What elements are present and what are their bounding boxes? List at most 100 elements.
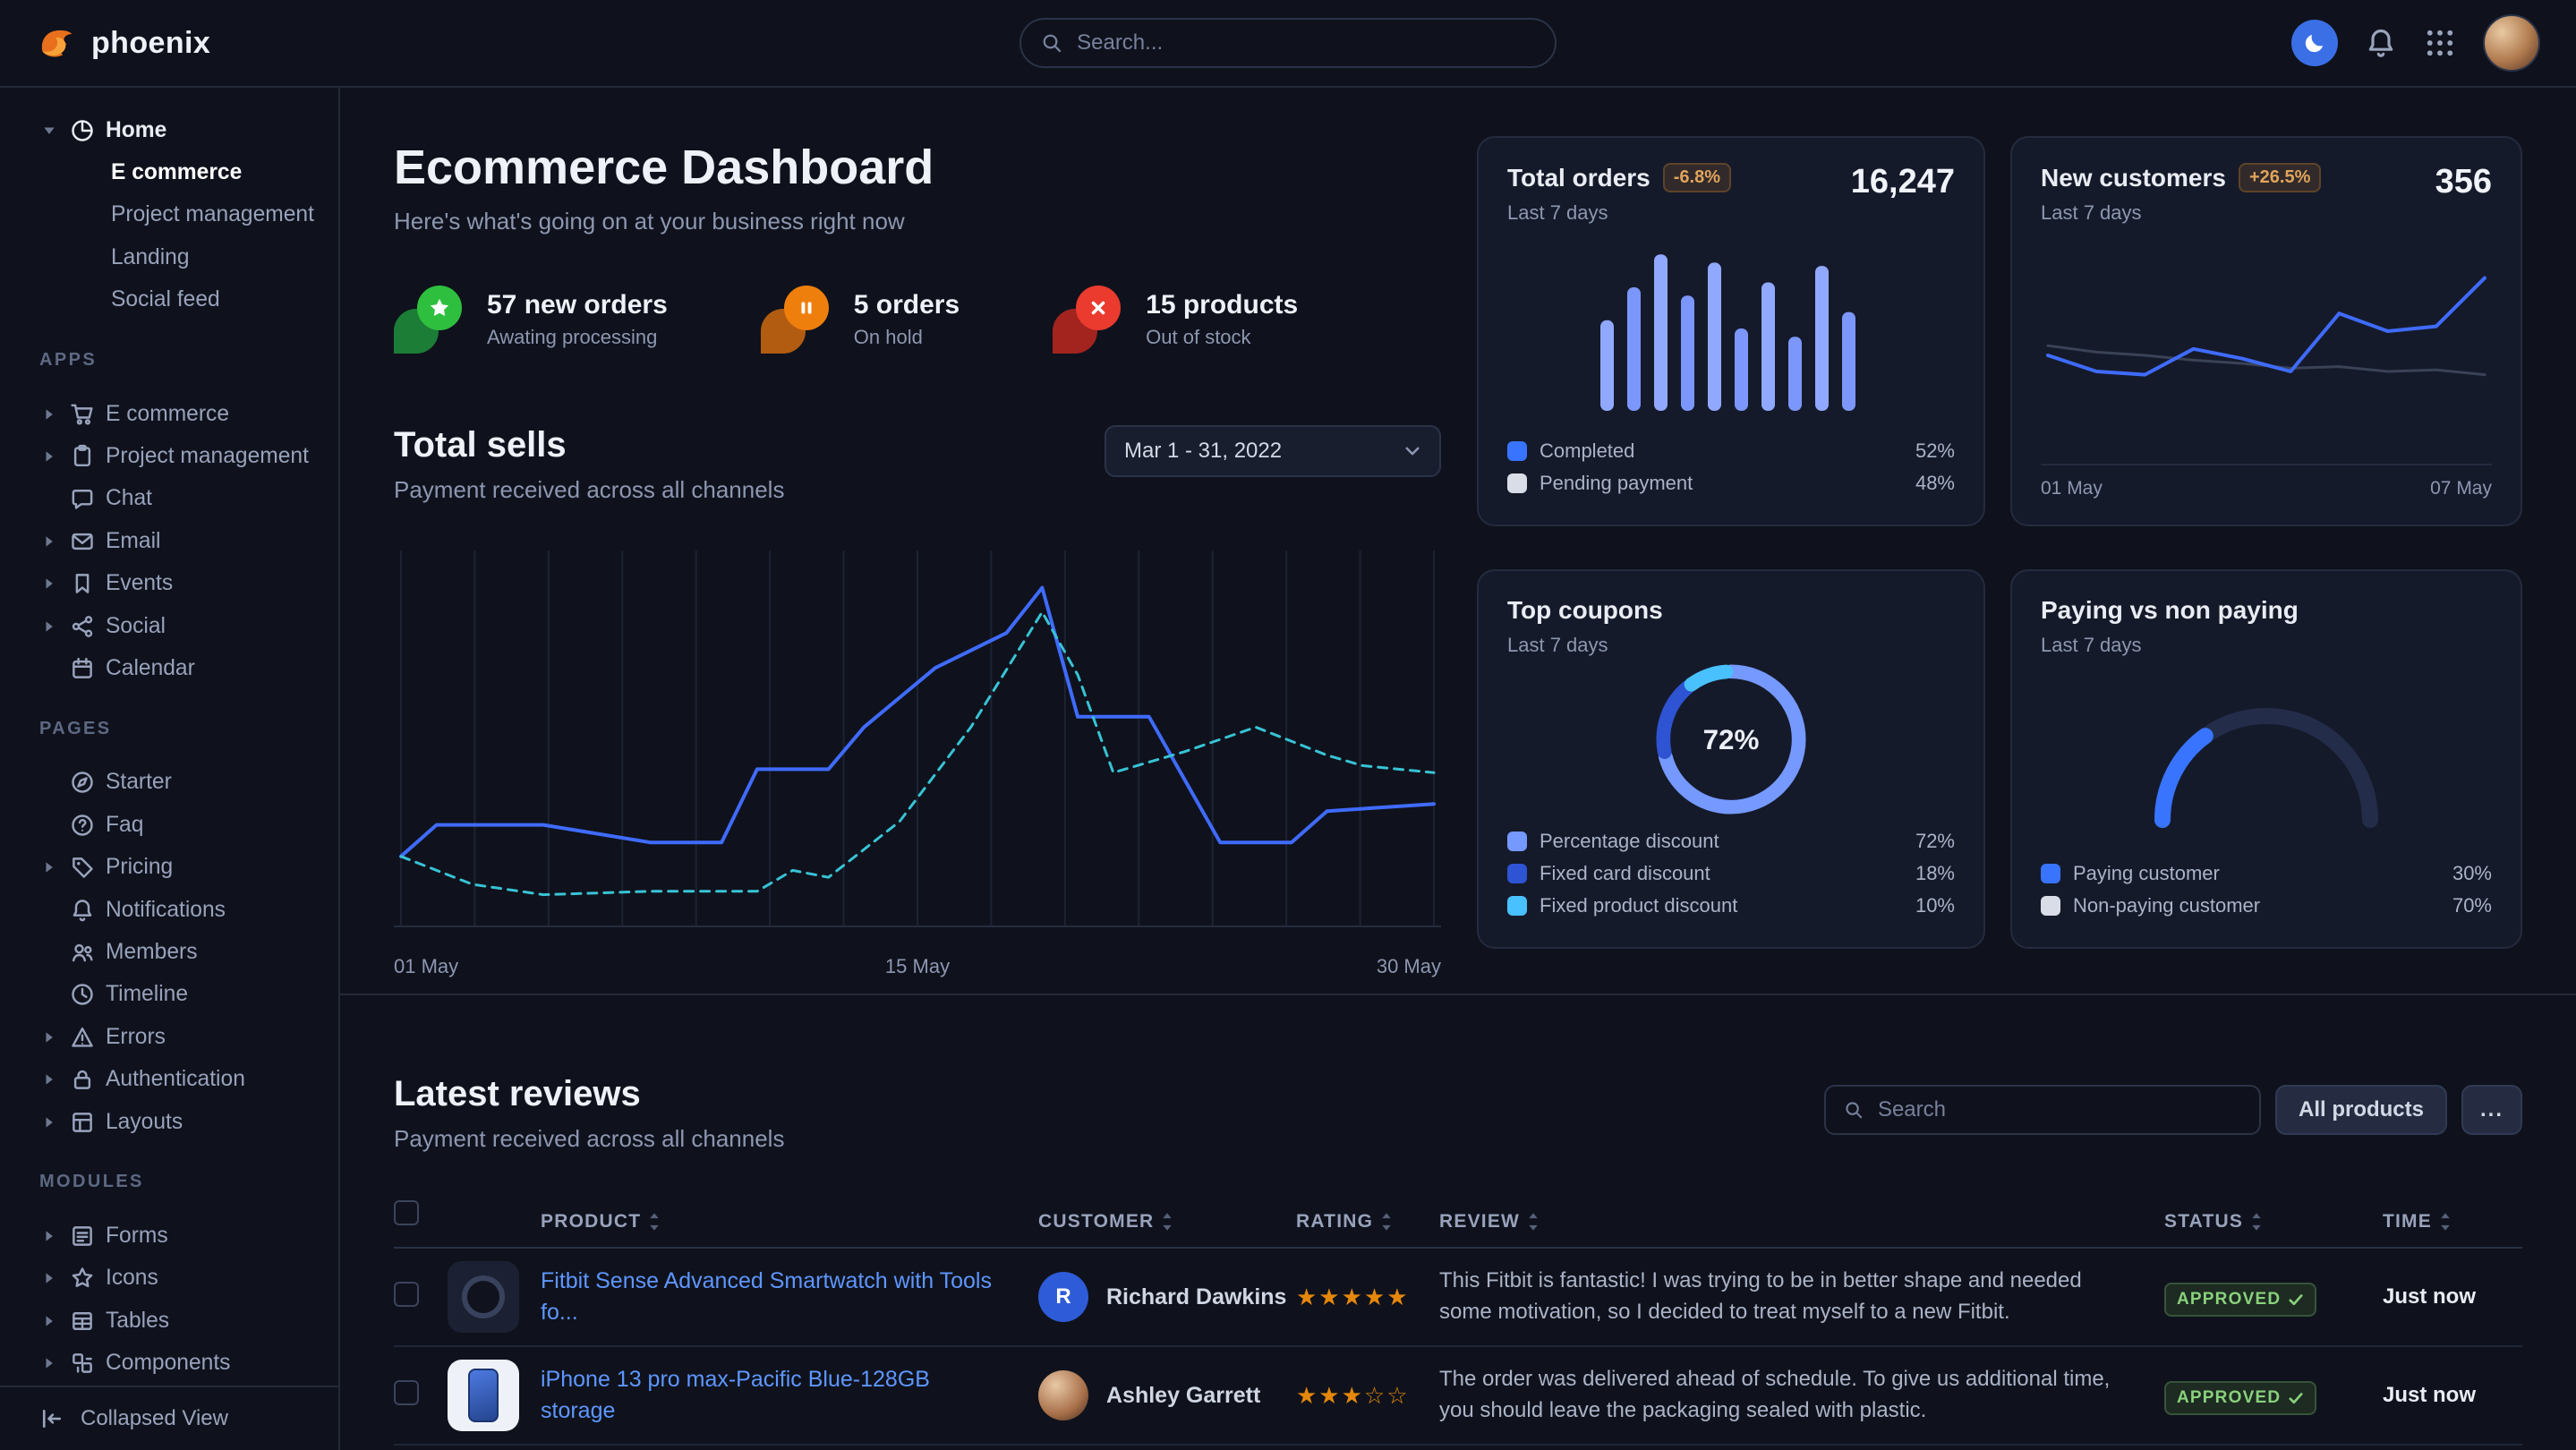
caret-right-icon [39, 1114, 59, 1130]
all-products-button[interactable]: All products [2275, 1085, 2447, 1135]
caret-spacer [39, 661, 59, 677]
bell-icon [2365, 27, 2397, 59]
card-new-customers: New customers +26.5% Last 7 days 356 01 … [2010, 136, 2522, 526]
column-header-rating[interactable]: RATING [1296, 1211, 1439, 1232]
stat-value: 5 orders [854, 290, 960, 320]
caret-right-icon [39, 448, 59, 465]
sidebar-item-label: Email [106, 529, 161, 554]
sidebar-item-authentication[interactable]: Authentication [0, 1058, 338, 1100]
caret-right-icon [39, 1228, 59, 1244]
sidebar-item-faq[interactable]: Faq [0, 804, 338, 846]
paying-period: Last 7 days [2041, 634, 2299, 657]
column-header-product[interactable]: PRODUCT [541, 1211, 1038, 1232]
sidebar-item-label: Authentication [106, 1067, 245, 1092]
reviews-search-input[interactable] [1878, 1097, 2241, 1122]
sidebar-item-pricing[interactable]: Pricing [0, 846, 338, 888]
legend-value: 70% [2452, 894, 2492, 917]
select-all-checkbox[interactable] [394, 1200, 419, 1225]
sidebar-item-events[interactable]: Events [0, 563, 338, 605]
sidebar-item-forms[interactable]: Forms [0, 1215, 338, 1257]
customer-cell: RRichard Dawkins [1038, 1272, 1296, 1322]
more-actions-button[interactable]: ... [2461, 1085, 2522, 1135]
sidebar-item-label: Errors [106, 1025, 166, 1050]
column-header-review[interactable]: REVIEW [1439, 1211, 2164, 1232]
stat-icon [761, 286, 832, 354]
stat-caption: On hold [854, 326, 960, 349]
apps-grid-button[interactable] [2424, 27, 2456, 59]
legend-value: 72% [1915, 830, 1955, 853]
column-header-customer[interactable]: CUSTOMER [1038, 1211, 1296, 1232]
product-image-cell [448, 1360, 541, 1431]
legend-swatch [2041, 896, 2060, 916]
starSolid-icon [417, 286, 462, 330]
stat-icon [394, 286, 465, 354]
date-range-select[interactable]: Mar 1 - 31, 2022 [1105, 425, 1441, 477]
sidebar-item-members[interactable]: Members [0, 931, 338, 973]
product-link[interactable]: iPhone 13 pro max-Pacific Blue-128GB sto… [541, 1364, 1038, 1427]
sidebar-item-layouts[interactable]: Layouts [0, 1101, 338, 1143]
sidebar-item-social-feed[interactable]: Social feed [0, 279, 338, 321]
row-checkbox[interactable] [394, 1282, 419, 1307]
sidebar-item-email[interactable]: Email [0, 520, 338, 562]
paying-chart [2041, 657, 2492, 854]
collapse-sidebar-button[interactable]: Collapsed View [0, 1386, 338, 1450]
sidebar-item-tables[interactable]: Tables [0, 1300, 338, 1342]
sidebar-item-calendar[interactable]: Calendar [0, 647, 338, 689]
dashboard-left-column: Ecommerce Dashboard Here's what's going … [394, 136, 1441, 994]
sidebar-item-label: E commerce [106, 402, 229, 427]
navbar-search-input[interactable] [1077, 30, 1535, 55]
sidebar-item-chat[interactable]: Chat [0, 478, 338, 520]
sidebar-item-social[interactable]: Social [0, 605, 338, 647]
sidebar-item-notifications[interactable]: Notifications [0, 889, 338, 931]
sidebar-item-label: Project management [106, 444, 309, 469]
sidebar-item-icons[interactable]: Icons [0, 1258, 338, 1300]
sidebar-item-home[interactable]: Home [0, 109, 338, 151]
total-sells-chart [394, 547, 1441, 941]
caret-right-icon [39, 406, 59, 422]
phoenix-logo-icon [36, 23, 75, 63]
legend-swatch [1507, 441, 1527, 461]
navbar-search [1019, 18, 1557, 68]
column-header-time[interactable]: TIME [2383, 1211, 2522, 1232]
date-range-value: Mar 1 - 31, 2022 [1124, 439, 1282, 464]
sidebar-item-project-management[interactable]: Project management [0, 435, 338, 477]
legend-swatch [1507, 832, 1527, 851]
search-icon [1844, 1099, 1864, 1121]
legend-value: 48% [1915, 472, 1955, 495]
sidebar-item-label: Forms [106, 1224, 168, 1249]
reviews-controls: All products ... [1824, 1085, 2522, 1135]
caret-right-icon [39, 859, 59, 875]
sidebar-item-errors[interactable]: Errors [0, 1016, 338, 1058]
review-row: iPhone 13 pro max-Pacific Blue-128GB sto… [394, 1347, 2522, 1446]
column-header-status[interactable]: STATUS [2164, 1211, 2383, 1232]
x-label: 15 May [885, 955, 950, 978]
legend-item: Non-paying customer70% [2041, 890, 2492, 922]
cart-icon [70, 402, 95, 427]
product-link[interactable]: Fitbit Sense Advanced Smartwatch with To… [541, 1266, 1038, 1328]
sidebar-item-components[interactable]: Components [0, 1342, 338, 1384]
notifications-button[interactable] [2365, 27, 2397, 59]
sidebar-section-label: APPS [0, 350, 338, 375]
status-badge: APPROVED [2164, 1381, 2316, 1415]
theme-toggle-button[interactable] [2291, 20, 2338, 66]
sidebar-item-landing[interactable]: Landing [0, 236, 338, 278]
brand[interactable]: phoenix [36, 23, 340, 63]
sidebar-item-e-commerce[interactable]: E commerce [0, 151, 338, 193]
sidebar-item-timeline[interactable]: Timeline [0, 974, 338, 1016]
review-time: Just now [2383, 1284, 2522, 1309]
pause-icon [784, 286, 829, 330]
legend-item: Paying customer30% [2041, 857, 2492, 890]
row-checkbox[interactable] [394, 1380, 419, 1405]
sidebar-item-project-management[interactable]: Project management [0, 194, 338, 236]
top-navbar: phoenix [0, 0, 2576, 88]
total-orders-chart [1507, 225, 1955, 431]
caret-spacer [39, 902, 59, 918]
sidebar-item-e-commerce[interactable]: E commerce [0, 393, 338, 435]
user-avatar[interactable] [2483, 14, 2540, 72]
latest-reviews-section: Latest reviews Payment received across a… [394, 995, 2522, 1450]
sidebar-item-starter[interactable]: Starter [0, 762, 338, 804]
caret-right-icon [39, 1270, 59, 1286]
status-cell: APPROVED [2164, 1278, 2383, 1317]
caret-spacer [39, 774, 59, 790]
row-checkbox-cell [394, 1379, 448, 1412]
